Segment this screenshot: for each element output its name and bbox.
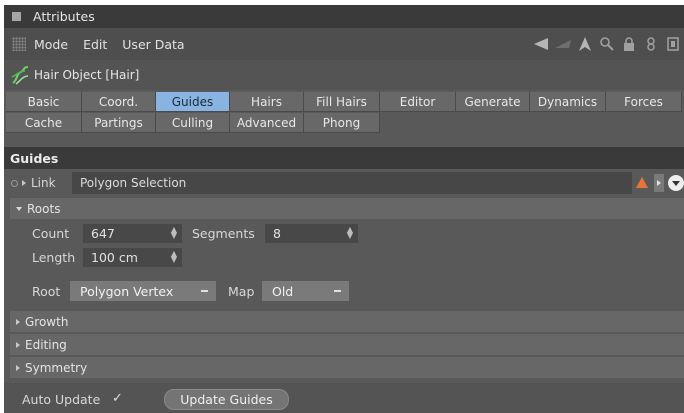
tab-guides[interactable]: Guides bbox=[156, 92, 230, 112]
count-value: 647 bbox=[91, 226, 115, 241]
group-roots-label: Roots bbox=[27, 201, 61, 216]
root-label: Root bbox=[32, 284, 61, 299]
map-label: Map bbox=[228, 284, 255, 299]
group-growth-label: Growth bbox=[25, 314, 69, 329]
dropdown-arrow-icon bbox=[334, 290, 341, 292]
chevron-down-icon bbox=[672, 180, 680, 186]
tab-forces[interactable]: Forces bbox=[606, 92, 682, 112]
length-label: Length bbox=[32, 250, 76, 265]
tab-dynamics[interactable]: Dynamics bbox=[530, 92, 606, 112]
new-panel-icon[interactable] bbox=[662, 34, 684, 54]
stepper-arrows-icon[interactable]: ▲ ▼ bbox=[171, 226, 177, 240]
grip-icon[interactable] bbox=[12, 37, 26, 51]
link-row: Link Polygon Selection bbox=[4, 171, 684, 195]
panel-icon bbox=[12, 12, 21, 21]
root-value: Polygon Vertex bbox=[80, 283, 174, 299]
footer-bar bbox=[4, 383, 684, 413]
segments-label: Segments bbox=[192, 226, 255, 241]
segments-field[interactable]: 8 ▲ ▼ bbox=[265, 224, 358, 243]
menu-user-data[interactable]: User Data bbox=[122, 37, 184, 52]
group-growth[interactable]: Growth bbox=[10, 311, 684, 332]
collapse-arrow-icon bbox=[16, 206, 22, 211]
update-guides-button[interactable]: Update Guides bbox=[164, 389, 289, 410]
lock-icon[interactable] bbox=[618, 34, 640, 54]
group-symmetry-label: Symmetry bbox=[25, 360, 88, 375]
length-value: 100 cm bbox=[91, 250, 138, 265]
object-name: Hair Object [Hair] bbox=[34, 68, 140, 82]
count-field[interactable]: 647 ▲ ▼ bbox=[83, 224, 182, 243]
menu-edit[interactable]: Edit bbox=[83, 37, 107, 52]
group-symmetry[interactable]: Symmetry bbox=[10, 357, 684, 378]
tab-generate[interactable]: Generate bbox=[456, 92, 530, 112]
group-editing[interactable]: Editing bbox=[10, 334, 684, 355]
auto-update-label: Auto Update bbox=[22, 392, 101, 407]
tab-advanced[interactable]: Advanced bbox=[230, 113, 304, 133]
tab-coord[interactable]: Coord. bbox=[82, 92, 156, 112]
warning-icon bbox=[636, 177, 648, 188]
tab-row-2: Cache Partings Culling Advanced Phong bbox=[6, 113, 380, 133]
tab-editor[interactable]: Editor bbox=[380, 92, 456, 112]
stepper-arrows-icon[interactable]: ▲ ▼ bbox=[347, 226, 353, 240]
tab-partings[interactable]: Partings bbox=[82, 113, 156, 133]
tab-cache[interactable]: Cache bbox=[6, 113, 82, 133]
menu-arrow-icon bbox=[657, 180, 661, 186]
link-icon[interactable] bbox=[640, 34, 662, 54]
root-dropdown[interactable]: Polygon Vertex bbox=[70, 281, 216, 301]
expand-arrow-icon[interactable] bbox=[22, 180, 26, 186]
menu-bar: Mode Edit User Data bbox=[4, 28, 684, 60]
forward-arrow-icon[interactable] bbox=[552, 34, 574, 54]
up-arrow-icon[interactable] bbox=[574, 34, 596, 54]
tab-row-1: Basic Coord. Guides Hairs Fill Hairs Edi… bbox=[6, 92, 682, 112]
auto-update-checkbox[interactable]: ✓ bbox=[112, 391, 123, 406]
tab-phong[interactable]: Phong bbox=[304, 113, 380, 133]
expand-arrow-icon bbox=[16, 318, 20, 325]
section-title: Guides bbox=[4, 147, 684, 169]
tab-fill-hairs[interactable]: Fill Hairs bbox=[304, 92, 380, 112]
link-label: Link bbox=[31, 176, 56, 190]
title-bar: Attributes bbox=[4, 5, 684, 28]
segments-value: 8 bbox=[273, 226, 281, 241]
search-icon[interactable] bbox=[596, 34, 618, 54]
count-label: Count bbox=[32, 226, 70, 241]
map-dropdown[interactable]: Old bbox=[262, 281, 349, 301]
window-title: Attributes bbox=[33, 9, 95, 24]
expand-arrow-icon bbox=[16, 364, 20, 371]
length-field[interactable]: 100 cm ▲ ▼ bbox=[83, 248, 182, 267]
menu-mode[interactable]: Mode bbox=[34, 37, 68, 52]
animation-dot-icon[interactable] bbox=[11, 179, 18, 187]
tab-hairs[interactable]: Hairs bbox=[230, 92, 304, 112]
group-roots[interactable]: Roots bbox=[10, 198, 684, 219]
stepper-arrows-icon[interactable]: ▲ ▼ bbox=[171, 250, 177, 264]
back-arrow-icon[interactable] bbox=[530, 34, 552, 54]
hair-object-icon bbox=[11, 66, 29, 85]
toolbar bbox=[530, 28, 684, 60]
attributes-panel: Attributes Mode Edit User Data Hair Obje… bbox=[4, 5, 684, 413]
object-bar: Hair Object [Hair] bbox=[4, 60, 684, 90]
link-field[interactable]: Polygon Selection bbox=[72, 172, 632, 194]
link-menu-button[interactable] bbox=[654, 174, 664, 192]
group-editing-label: Editing bbox=[25, 337, 67, 352]
expand-arrow-icon bbox=[16, 341, 20, 348]
link-options-icon[interactable] bbox=[668, 175, 684, 191]
tab-basic[interactable]: Basic bbox=[6, 92, 82, 112]
tab-culling[interactable]: Culling bbox=[156, 113, 230, 133]
map-value: Old bbox=[272, 283, 294, 299]
dropdown-arrow-icon bbox=[201, 290, 208, 292]
